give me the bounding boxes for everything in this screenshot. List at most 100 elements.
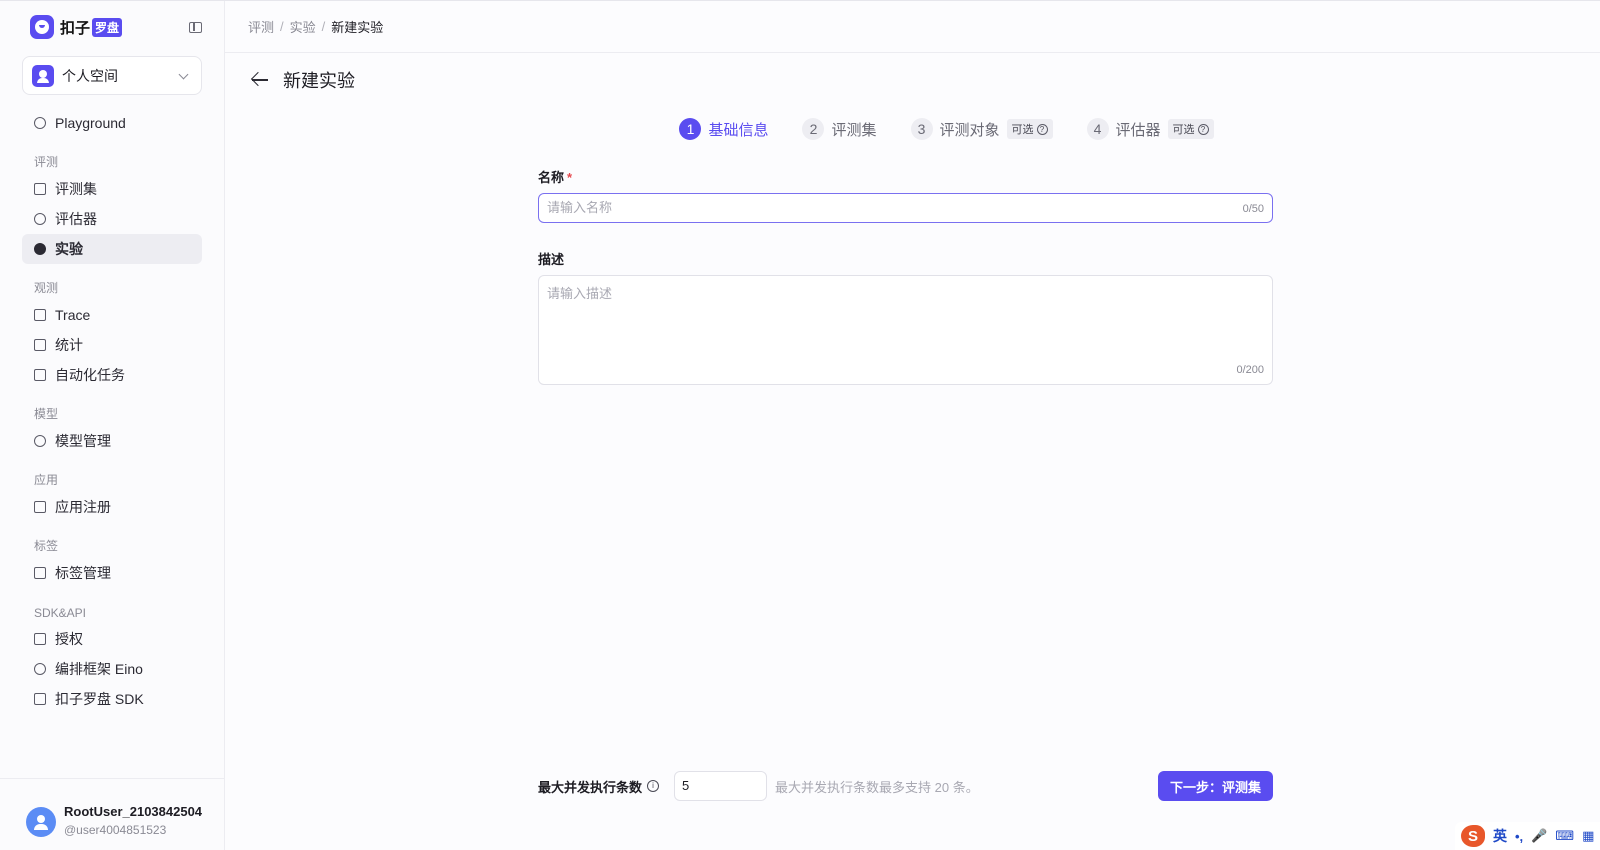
sidebar-collapse-icon[interactable] (189, 22, 202, 33)
step-evaluator[interactable]: 4 评估器 可选 ? (1086, 118, 1214, 140)
sidebar-item-playground[interactable]: Playground (22, 108, 202, 138)
step-label: 评测集 (831, 121, 877, 139)
optional-tag-text: 可选 (1172, 124, 1195, 136)
step-label: 评测对象 (939, 121, 1000, 139)
step-label: 基础信息 (708, 121, 769, 139)
sidebar-item-evalset[interactable]: 评测集 (22, 174, 202, 204)
sidebar-item-stats[interactable]: 统计 (22, 330, 202, 360)
logo-badge: 罗盘 (92, 17, 123, 37)
nav-group-tag: 标签 (34, 539, 59, 553)
stamp-icon (34, 633, 46, 645)
step-basic-info[interactable]: 1 基础信息 (679, 118, 768, 140)
tag-icon (34, 567, 46, 579)
step-number: 4 (1086, 118, 1109, 140)
sidebar-nav: Playground 评测 评测集 评估器 实验 观测 Trace 统计 自动化… (22, 108, 202, 714)
ime-logo-icon[interactable]: S (1461, 825, 1485, 847)
sidebar-item-label: 模型管理 (55, 433, 111, 449)
user-name: RootUser_2103842504 (64, 804, 203, 819)
step-evalset[interactable]: 2 评测集 (802, 118, 877, 140)
required-mark: * (567, 170, 573, 185)
sidebar-item-label: 评估器 (55, 211, 97, 227)
gear-icon (34, 663, 46, 675)
help-icon[interactable]: ? (1036, 123, 1048, 135)
sidebar-item-label: 应用注册 (55, 499, 111, 515)
sidebar-item-label: 标签管理 (55, 565, 111, 581)
keyboard-icon[interactable]: ⌨ (1555, 828, 1574, 844)
sidebar-item-label: Trace (55, 307, 91, 323)
sidebar-item-trace[interactable]: Trace (22, 300, 202, 330)
sidebar-item-automation[interactable]: 自动化任务 (22, 360, 202, 390)
breadcrumb-current: 新建实验 (331, 20, 384, 35)
sidebar-item-label: 扣子罗盘 SDK (55, 691, 144, 707)
user-panel[interactable]: RootUser_2103842504 @user4004851523 (0, 778, 224, 850)
optional-tag: 可选 ? (1006, 119, 1053, 139)
sidebar-item-eino[interactable]: 编排框架 Eino (22, 654, 202, 684)
nav-group-model: 模型 (34, 407, 59, 421)
sidebar-item-app-register[interactable]: 应用注册 (22, 492, 202, 522)
breadcrumb-experiment[interactable]: 实验 (290, 17, 316, 36)
space-selector[interactable]: 个人空间 (22, 56, 202, 95)
breadcrumb-separator: / (321, 19, 326, 34)
sidebar: 扣子 罗盘 个人空间 Playground 评测 评测集 评估器 实验 观测 T… (0, 1, 225, 850)
sidebar-item-auth[interactable]: 授权 (22, 624, 202, 654)
breadcrumb: 评测 / 实验 / 新建实验 (225, 1, 1600, 53)
ime-language-toggle[interactable]: 英 (1493, 826, 1507, 846)
cube-icon (34, 501, 46, 513)
experiment-icon (34, 243, 46, 255)
chart-icon (34, 339, 46, 351)
sidebar-item-label: 编排框架 Eino (55, 661, 143, 677)
sidebar-item-model-mgmt[interactable]: 模型管理 (22, 426, 202, 456)
logo-text: 扣子 (60, 19, 91, 37)
breadcrumb-eval[interactable]: 评测 (248, 17, 274, 36)
name-label-text: 名称 (538, 170, 565, 185)
page-header: 新建实验 (251, 67, 355, 93)
main-content: 评测 / 实验 / 新建实验 新建实验 1 基础信息 2 评测集 3 评测对象 (225, 1, 1600, 850)
concurrency-input[interactable] (682, 778, 753, 793)
logo-icon (30, 15, 54, 39)
description-label: 描述 (538, 252, 565, 267)
back-arrow-icon[interactable] (251, 72, 269, 88)
step-eval-target[interactable]: 3 评测对象 可选 ? (910, 118, 1053, 140)
info-icon[interactable]: i (647, 780, 660, 792)
ime-punct-icon[interactable]: •, (1515, 829, 1523, 844)
sidebar-item-label: 自动化任务 (55, 367, 125, 383)
experiment-form: 名称* 0/50 描述 0/200 (538, 167, 1273, 385)
space-label: 个人空间 (62, 67, 118, 84)
concurrency-label: 最大并发执行条数 (538, 779, 643, 795)
sidebar-item-evaluator[interactable]: 评估器 (22, 204, 202, 234)
nav-group-eval: 评测 (34, 155, 59, 169)
description-input[interactable] (547, 283, 1247, 353)
microphone-icon[interactable]: 🎤 (1531, 828, 1547, 844)
step-number: 2 (802, 118, 825, 140)
sidebar-item-label: 实验 (55, 241, 83, 257)
user-handle: @user4004851523 (64, 823, 167, 837)
grid-icon[interactable]: ▦ (1582, 828, 1594, 844)
concurrency-field[interactable] (674, 771, 768, 801)
breadcrumb-separator: / (280, 19, 284, 34)
sidebar-item-label: 授权 (55, 631, 83, 647)
sidebar-item-experiment[interactable]: 实验 (22, 234, 202, 264)
nav-group-observe: 观测 (34, 281, 59, 295)
chevron-down-icon (178, 69, 189, 80)
optional-tag-text: 可选 (1011, 124, 1034, 136)
sidebar-item-tag-mgmt[interactable]: 标签管理 (22, 558, 202, 588)
description-field[interactable]: 0/200 (538, 275, 1273, 385)
name-char-counter: 0/50 (1242, 203, 1264, 215)
database-icon (34, 183, 46, 195)
play-icon (34, 117, 46, 129)
name-field[interactable]: 0/50 (538, 193, 1273, 223)
avatar (26, 807, 56, 837)
app-logo[interactable]: 扣子 罗盘 (30, 15, 123, 39)
help-icon[interactable]: ? (1197, 123, 1209, 135)
name-label: 名称 * (538, 167, 1273, 185)
next-step-button[interactable]: 下一步：评测集 (1157, 771, 1273, 801)
link-icon (34, 693, 46, 705)
sidebar-item-sdk[interactable]: 扣子罗盘 SDK (22, 684, 202, 714)
sidebar-item-label: 评测集 (55, 181, 97, 197)
space-avatar-icon (32, 64, 54, 87)
optional-tag: 可选 ? (1167, 119, 1214, 139)
sidebar-item-label: 统计 (55, 337, 83, 353)
step-indicator: 1 基础信息 2 评测集 3 评测对象 可选 ? 4 评估器 可选 ? (225, 118, 1600, 140)
evaluator-icon (34, 213, 46, 225)
name-input[interactable] (547, 200, 1227, 215)
